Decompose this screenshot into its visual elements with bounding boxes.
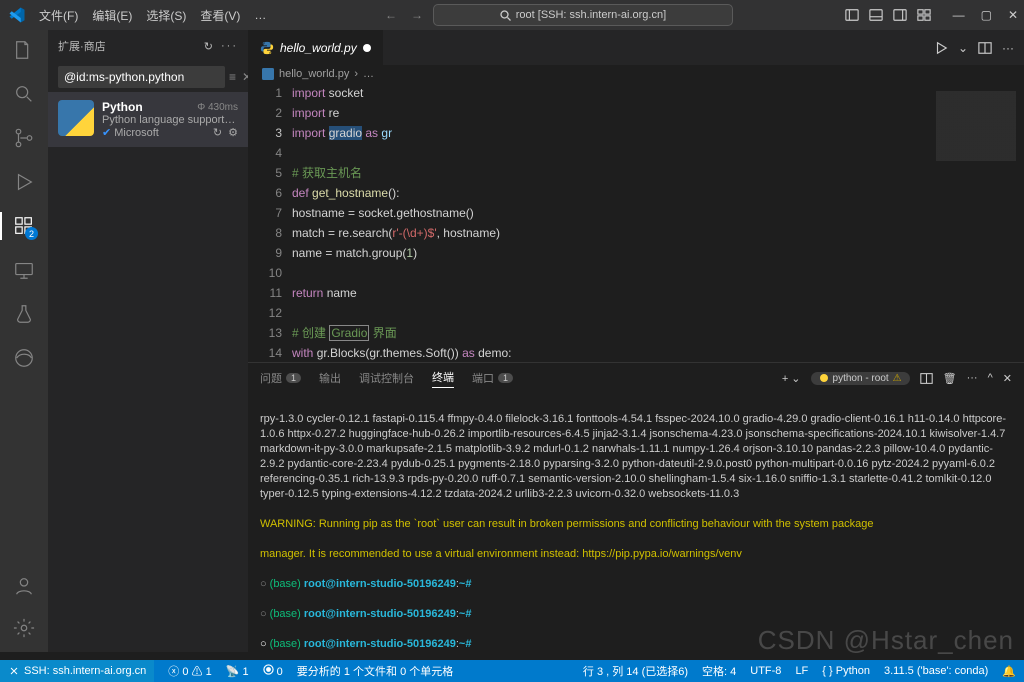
ext-sync-icon[interactable]: ↻ (213, 126, 222, 139)
code-editor[interactable]: 123456789101112131415161718 import socke… (248, 83, 1024, 362)
breadcrumb[interactable]: hello_world.py › … (248, 65, 1024, 83)
split-terminal-icon[interactable] (920, 372, 933, 385)
command-center[interactable]: root [SSH: ssh.intern-ai.org.cn] (433, 4, 733, 26)
extension-item-python[interactable]: Python Φ 430ms Python language support w… (48, 92, 248, 147)
activity-debug-icon[interactable] (12, 170, 36, 194)
layout-sidebar-left-icon[interactable] (845, 8, 859, 22)
ext-name: Python (102, 100, 143, 114)
editor-group: hello_world.py ⌄ ··· hello_world.py › … … (248, 30, 1024, 652)
ext-badge: 2 (25, 227, 38, 240)
python-file-icon (260, 41, 274, 55)
status-cursor[interactable]: 行 3 , 列 14 (已选择6) (583, 663, 688, 679)
status-radio[interactable]: 0 (263, 664, 283, 678)
extension-search-input[interactable] (58, 66, 225, 88)
activity-bar: 2 (0, 30, 48, 652)
activity-explorer-icon[interactable] (12, 38, 36, 62)
vscode-logo-icon (8, 6, 26, 24)
title-bar: 文件(F) 编辑(E) 选择(S) 查看(V) … ← → root [SSH:… (0, 0, 1024, 30)
status-interpreter[interactable]: 3.11.5 ('base': conda) (884, 665, 988, 677)
status-notifications-icon[interactable]: 🔔 (1002, 665, 1016, 678)
watermark: CSDN @Hstar_chen (758, 625, 1014, 656)
activity-settings-icon[interactable] (12, 616, 36, 640)
status-errors[interactable]: ⓧ 0 ⚠ 1 (168, 663, 211, 679)
terminal-content[interactable]: rpy-1.3.0 cycler-0.12.1 fastapi-0.115.4 … (248, 393, 1024, 652)
status-remote[interactable]: SSH: ssh.intern-ai.org.cn (0, 660, 154, 682)
menu-more[interactable]: … (247, 8, 273, 22)
terminal-new-icon[interactable]: + ⌄ (782, 372, 801, 385)
python-file-icon (262, 68, 274, 80)
activity-testing-icon[interactable] (12, 302, 36, 326)
panel-tab-problems[interactable]: 问题1 (260, 370, 301, 386)
kill-terminal-icon[interactable]: 🗑 (943, 372, 957, 385)
nav-forward-icon[interactable]: → (411, 8, 423, 22)
warning-icon: ⚠ (893, 373, 902, 384)
chevron-right-icon: › (354, 68, 358, 80)
menu-select[interactable]: 选择(S) (139, 7, 193, 24)
status-eol[interactable]: LF (795, 665, 808, 677)
status-language[interactable]: { } Python (822, 665, 870, 677)
run-dropdown-icon[interactable]: ⌄ (958, 41, 968, 55)
window-maximize-icon[interactable]: ▢ (981, 8, 992, 22)
python-logo-icon (58, 100, 94, 136)
menu-view[interactable]: 查看(V) (193, 7, 247, 24)
panel-tab-output[interactable]: 输出 (319, 370, 341, 386)
window-minimize-icon[interactable]: — (953, 8, 965, 22)
split-editor-icon[interactable] (978, 41, 992, 55)
sidebar-title: 扩展·商店 (58, 38, 106, 54)
sidebar-refresh-icon[interactable]: ↻ (204, 40, 213, 53)
command-center-text: root [SSH: ssh.intern-ai.org.cn] (516, 9, 666, 21)
sidebar-extensions: 扩展·商店 ↻ ··· ≡ ✕ Python Φ 430ms Python la… (48, 30, 248, 652)
ext-publisher: Microsoft (114, 127, 159, 139)
menu-edit[interactable]: 编辑(E) (85, 7, 139, 24)
ext-description: Python language support wi… (102, 114, 238, 126)
search-icon (500, 10, 511, 21)
activity-extensions-icon[interactable]: 2 (12, 214, 36, 238)
editor-tabs: hello_world.py ⌄ ··· (248, 30, 1024, 65)
activity-account-icon[interactable] (12, 574, 36, 598)
bottom-panel: 问题1 输出 调试控制台 终端 端口1 + ⌄ python - root ⚠ … (248, 362, 1024, 652)
status-ports[interactable]: 📡 1 (226, 665, 249, 678)
verified-icon: ✔ (102, 127, 111, 139)
panel-tabs: 问题1 输出 调试控制台 终端 端口1 + ⌄ python - root ⚠ … (248, 363, 1024, 393)
line-gutter: 123456789101112131415161718 (248, 83, 292, 362)
status-analysis[interactable]: 要分析的 1 个文件和 0 个单元格 (297, 663, 453, 679)
panel-more-icon[interactable]: ··· (967, 372, 978, 384)
nav-back-icon[interactable]: ← (385, 8, 397, 22)
unsaved-dot-icon (363, 44, 371, 52)
terminal-profile[interactable]: python - root ⚠ (811, 372, 910, 385)
breadcrumb-more: … (363, 68, 374, 80)
ext-filter-icon[interactable]: ≡ (229, 70, 236, 84)
menu-file[interactable]: 文件(F) (32, 7, 85, 24)
layout-sidebar-right-icon[interactable] (893, 8, 907, 22)
breadcrumb-file: hello_world.py (279, 68, 349, 80)
ext-activation-time: Φ 430ms (197, 100, 238, 114)
panel-tab-terminal[interactable]: 终端 (432, 369, 454, 388)
panel-tab-debugconsole[interactable]: 调试控制台 (359, 370, 414, 386)
panel-close-icon[interactable]: ✕ (1003, 372, 1012, 385)
status-spaces[interactable]: 空格: 4 (702, 663, 736, 679)
status-bar: SSH: ssh.intern-ai.org.cn ⓧ 0 ⚠ 1 📡 1 0 … (0, 660, 1024, 682)
tab-hello-world[interactable]: hello_world.py (248, 30, 384, 65)
remote-icon (8, 665, 20, 677)
python-icon (819, 373, 829, 383)
panel-maximize-icon[interactable]: ^ (988, 372, 993, 384)
tab-label: hello_world.py (280, 41, 357, 55)
sidebar-more-icon[interactable]: ··· (221, 40, 238, 53)
window-close-icon[interactable]: ✕ (1008, 8, 1018, 22)
minimap[interactable] (924, 83, 1024, 362)
activity-search-icon[interactable] (12, 82, 36, 106)
code-content[interactable]: import socket import re import gradio as… (292, 83, 924, 362)
ext-gear-icon[interactable]: ⚙ (228, 126, 238, 139)
layout-custom-icon[interactable] (917, 8, 931, 22)
layout-panel-icon[interactable] (869, 8, 883, 22)
run-icon[interactable] (934, 41, 948, 55)
activity-scm-icon[interactable] (12, 126, 36, 150)
editor-more-icon[interactable]: ··· (1002, 41, 1014, 55)
status-encoding[interactable]: UTF-8 (750, 665, 781, 677)
activity-remote-icon[interactable] (12, 258, 36, 282)
activity-edge-icon[interactable] (12, 346, 36, 370)
panel-tab-ports[interactable]: 端口1 (472, 370, 513, 386)
